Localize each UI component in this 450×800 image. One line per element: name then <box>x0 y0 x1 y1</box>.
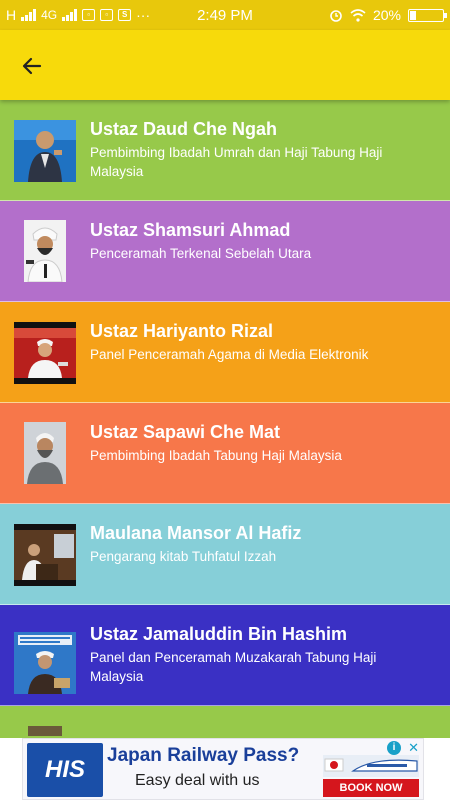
list-item[interactable]: Ustaz Shamsuri Ahmad Penceramah Terkenal… <box>0 201 450 302</box>
info-icon[interactable]: i <box>387 741 401 755</box>
speaker-description: Pembimbing Ibadah Umrah dan Haji Tabung … <box>90 145 383 179</box>
list-item[interactable]: Ustaz Sapawi Che Mat Pembimbing Ibadah T… <box>0 403 450 504</box>
speaker-name: Ustaz Shamsuri Ahmad <box>90 220 291 240</box>
list-item[interactable]: Ustaz Jamaluddin Bin Hashim Panel dan Pe… <box>0 605 450 706</box>
list-item[interactable]: Maulana Mansor Al Hafiz Pengarang kitab … <box>0 504 450 605</box>
avatar <box>24 220 66 282</box>
avatar <box>24 422 66 484</box>
speaker-description: Penceramah Terkenal Sebelah Utara <box>90 246 312 261</box>
arrow-left-icon <box>22 57 42 75</box>
ad-logo: HIS <box>27 743 103 797</box>
speaker-name: Ustaz Hariyanto Rizal <box>90 321 274 341</box>
train-icon <box>323 755 419 777</box>
battery-icon <box>408 8 447 22</box>
ad-subline: Easy deal with us <box>135 772 260 789</box>
avatar <box>14 120 76 182</box>
avatar <box>14 524 76 586</box>
ad-headline: Japan Railway Pass? <box>107 745 300 766</box>
back-button[interactable] <box>14 48 50 84</box>
avatar <box>14 632 76 694</box>
speaker-name: Ustaz Daud Che Ngah <box>90 119 278 139</box>
status-bar: H 4G ▫ ▫ S ··· 2:49 PM 20% <box>0 0 450 30</box>
speaker-description: Panel Penceramah Agama di Media Elektron… <box>90 347 369 362</box>
speaker-list: Ustaz Daud Che Ngah Pembimbing Ibadah Um… <box>0 100 450 800</box>
avatar <box>14 322 76 384</box>
ad-content[interactable]: HIS Japan Railway Pass? Easy deal with u… <box>22 738 424 800</box>
ad-banner[interactable]: HIS Japan Railway Pass? Easy deal with u… <box>0 738 450 800</box>
app-bar <box>0 30 450 100</box>
speaker-description: Pembimbing Ibadah Tabung Haji Malaysia <box>90 448 342 463</box>
speaker-name: Ustaz Sapawi Che Mat <box>90 422 281 442</box>
book-now-button[interactable]: BOOK NOW <box>323 779 419 797</box>
avatar <box>28 726 62 736</box>
close-icon[interactable]: ✕ <box>408 740 419 756</box>
speaker-name: Ustaz Jamaluddin Bin Hashim <box>90 624 348 644</box>
speaker-description: Pengarang kitab Tuhfatul Izzah <box>90 549 277 564</box>
speaker-name: Maulana Mansor Al Hafiz <box>90 523 302 543</box>
speaker-description: Panel dan Penceramah Muzakarah Tabung Ha… <box>90 650 377 684</box>
list-item[interactable]: Ustaz Hariyanto Rizal Panel Penceramah A… <box>0 302 450 403</box>
list-item[interactable]: Ustaz Daud Che Ngah Pembimbing Ibadah Um… <box>0 100 450 201</box>
clock: 2:49 PM <box>197 7 253 24</box>
